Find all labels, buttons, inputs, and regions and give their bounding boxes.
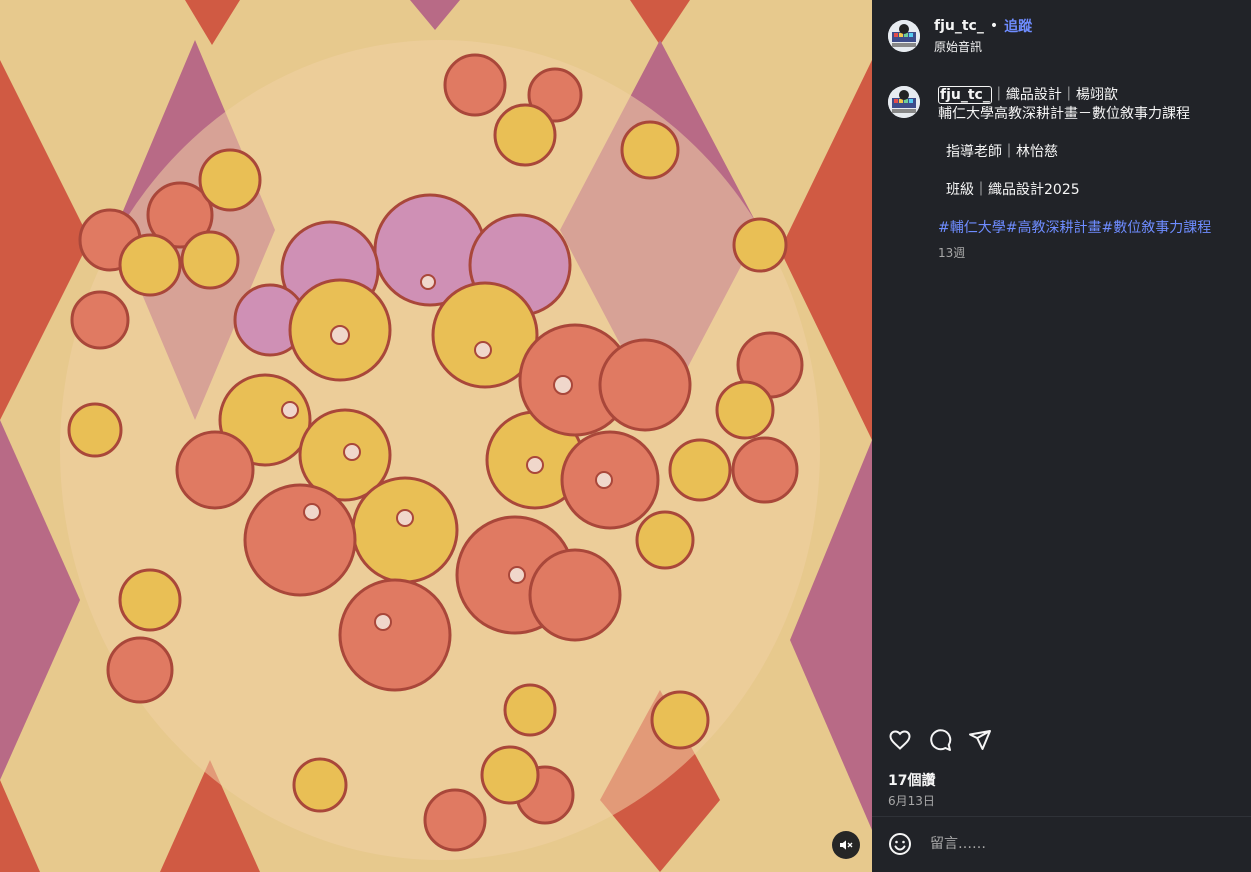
caption-avatar[interactable] [888, 86, 920, 118]
audio-label[interactable]: 原始音訊 [934, 38, 1032, 55]
caption-line2: 輔仁大學高教深耕計畫－數位敘事力課程 [938, 106, 1190, 122]
post-username[interactable]: fju_tc_ [934, 18, 984, 34]
mute-button[interactable] [832, 831, 860, 859]
avatar-image [888, 19, 920, 52]
post-caption: fju_tc_ ｜織品設計｜楊翊歆 輔仁大學高教深耕計畫－數位敘事力課程 指導老師… [888, 86, 1228, 263]
bouquet-illustration [0, 0, 872, 872]
caption-hashtags[interactable]: #輔仁大學#高教深耕計畫#數位敘事力課程 [938, 219, 1228, 238]
post-actions [888, 728, 992, 752]
speaker-muted-icon [840, 840, 853, 850]
avatar-image [888, 86, 920, 118]
divider [872, 816, 1251, 817]
caption-class: 班級｜織品設計2025 [946, 182, 1080, 198]
share-button[interactable] [968, 728, 992, 752]
send-icon [969, 730, 991, 750]
like-count[interactable]: 17個讚 [888, 770, 935, 790]
emoji-button[interactable] [888, 832, 912, 856]
comment-icon [930, 729, 952, 751]
caption-title-suffix: ｜織品設計｜楊翊歆 [991, 87, 1118, 103]
post-date[interactable]: 6月13日 [888, 792, 935, 809]
comment-input[interactable] [928, 835, 1232, 853]
emoji-icon [889, 833, 911, 855]
like-button[interactable] [888, 728, 912, 752]
flower-bouquet [60, 40, 820, 860]
caption-title-line: fju_tc_ ｜織品設計｜楊翊歆 [938, 86, 1228, 105]
separator-dot: • [989, 18, 999, 34]
comment-button[interactable] [928, 728, 952, 752]
caption-teacher: 指導老師｜林怡慈 [946, 144, 1058, 160]
heart-icon [889, 730, 911, 750]
follow-button[interactable]: 追蹤 [1004, 16, 1032, 36]
caption-age[interactable]: 13週 [938, 244, 1228, 263]
caption-username[interactable]: fju_tc_ [938, 86, 992, 104]
post-header: fju_tc_ • 追蹤 原始音訊 [888, 16, 1032, 55]
post-sidebar: fju_tc_ • 追蹤 原始音訊 fju_tc_ ｜織品設計｜楊翊歆 輔仁大學… [872, 0, 1251, 872]
comment-bar [888, 832, 1232, 856]
avatar[interactable] [888, 19, 920, 52]
post-video[interactable] [0, 0, 872, 872]
